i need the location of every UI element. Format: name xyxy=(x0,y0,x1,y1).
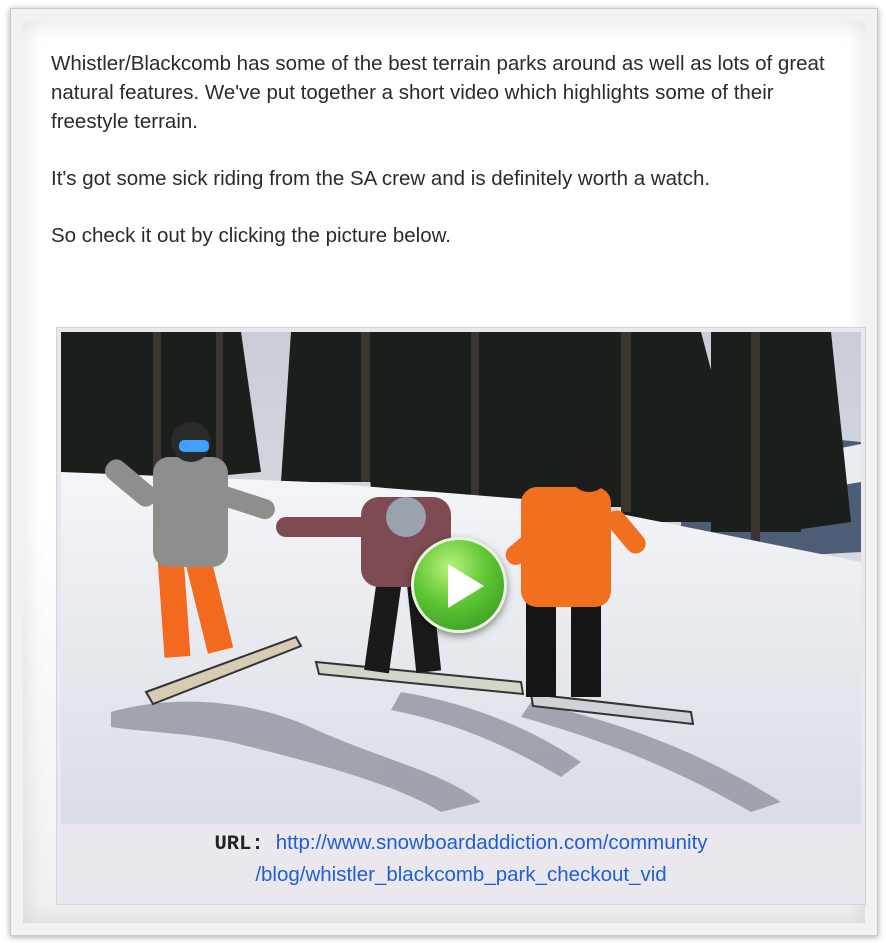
post-card: Whistler/Blackcomb has some of the best … xyxy=(10,8,878,936)
video-url-link[interactable]: http://www.snowboardaddiction.com/commun… xyxy=(276,831,708,854)
post-paragraph: So check it out by clicking the picture … xyxy=(51,224,451,247)
post-text: Whistler/Blackcomb has some of the best … xyxy=(51,49,841,278)
post-paragraph: It's got some sick riding from the SA cr… xyxy=(51,167,711,190)
video-thumbnail[interactable] xyxy=(61,332,861,824)
post-body: Whistler/Blackcomb has some of the best … xyxy=(23,21,866,923)
url-label: URL: xyxy=(214,833,264,856)
video-embed: URL: http://www.snowboardaddiction.com/co… xyxy=(56,327,866,905)
post-paragraph: Whistler/Blackcomb has some of the best … xyxy=(51,52,825,133)
play-button[interactable] xyxy=(411,537,507,633)
video-url-link-continued[interactable]: /blog/whistler_blackcomb_park_checkout_v… xyxy=(255,863,666,886)
play-icon xyxy=(448,564,484,608)
video-url-caption: URL: http://www.snowboardaddiction.com/co… xyxy=(57,828,865,890)
